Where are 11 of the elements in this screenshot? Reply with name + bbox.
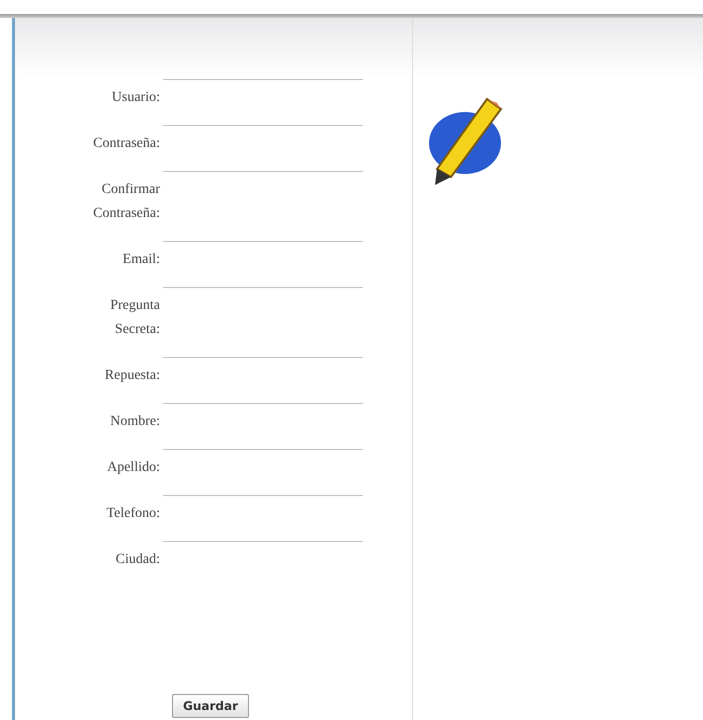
field-label: Usuario:	[110, 89, 160, 107]
field-label: Repuesta:	[104, 367, 160, 385]
field-label: Nombre:	[109, 413, 160, 431]
field-label: Ciudad:	[114, 551, 160, 569]
field-label: Telefono:	[106, 505, 160, 523]
field-label: Apellido:	[106, 459, 160, 477]
field-label: Pregunta Secreta:	[109, 297, 160, 339]
field-label: Contraseña:	[92, 135, 160, 153]
field-label: Email:	[122, 251, 160, 269]
save-button[interactable]: Guardar	[172, 694, 250, 718]
field-label: Confirmar Contraseña:	[92, 181, 160, 223]
